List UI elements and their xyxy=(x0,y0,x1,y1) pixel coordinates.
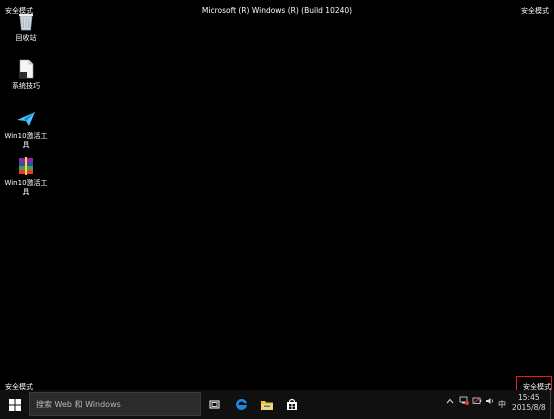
desktop-icon-win10-activator-2[interactable]: Win10激活工具 xyxy=(4,155,48,197)
document-icon xyxy=(16,58,36,80)
recycle-bin-icon xyxy=(16,10,36,32)
desktop-icon-label: Win10激活工具 xyxy=(4,132,48,149)
desktop-icon-label: Win10激活工具 xyxy=(4,179,48,196)
show-desktop-button[interactable] xyxy=(550,390,554,419)
clock-date[interactable]: 2015/8/8 xyxy=(512,403,546,412)
edge-browser-icon xyxy=(235,398,247,410)
task-view-button[interactable] xyxy=(204,390,224,419)
clock-time[interactable]: 15:45 xyxy=(518,393,540,402)
battery-icon[interactable] xyxy=(472,397,482,407)
file-explorer-icon xyxy=(261,400,273,410)
desktop-icon-label: 回收站 xyxy=(15,34,37,42)
desktop-icon-label: 系统技巧 xyxy=(12,82,40,90)
safe-mode-label-top-right: 安全模式 xyxy=(521,7,549,15)
windows-logo-icon xyxy=(8,398,21,411)
store-icon xyxy=(287,398,297,410)
file-explorer-button[interactable] xyxy=(256,390,278,419)
store-button[interactable] xyxy=(281,390,303,419)
paper-plane-icon xyxy=(16,108,36,130)
desktop-icon-win10-activator-1[interactable]: Win10激活工具 xyxy=(4,108,48,150)
edge-browser-button[interactable] xyxy=(230,390,252,419)
ime-indicator[interactable]: 中 xyxy=(498,399,506,410)
desktop-icon-recycle-bin[interactable]: 回收站 xyxy=(4,10,48,43)
search-input[interactable]: 搜索 Web 和 Windows xyxy=(29,392,201,416)
desktop-icon-system-tips[interactable]: 系统技巧 xyxy=(4,58,48,91)
windows-build-title: Microsoft (R) Windows (R) (Build 10240) xyxy=(201,6,353,15)
search-placeholder: 搜索 Web 和 Windows xyxy=(36,399,121,409)
network-disconnected-icon[interactable] xyxy=(459,396,469,407)
start-button[interactable] xyxy=(0,390,29,419)
winrar-archive-icon xyxy=(16,155,36,177)
tray-chevron-up-icon[interactable] xyxy=(446,397,454,406)
volume-icon[interactable] xyxy=(485,397,495,407)
task-view-icon xyxy=(209,400,219,409)
